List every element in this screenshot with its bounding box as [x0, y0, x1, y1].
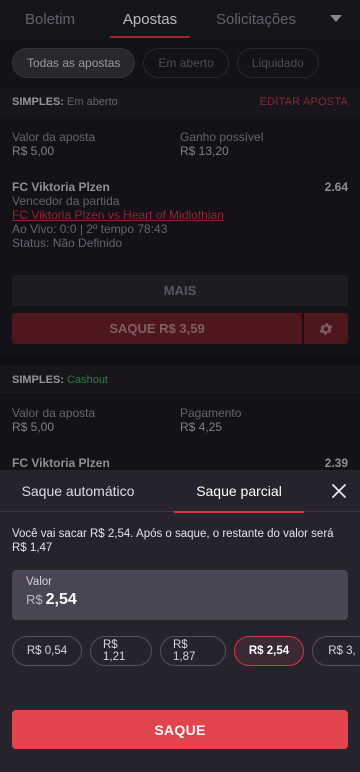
tab-auto-cashout[interactable]: Saque automático [0, 470, 156, 512]
amount-option[interactable]: R$ 1,87 [160, 636, 226, 666]
value-label: Valor [26, 576, 52, 588]
cashout-sheet: Saque automático Saque parcial Você vai … [0, 470, 360, 772]
sheet-tabs: Saque automático Saque parcial [0, 470, 360, 513]
submit-cashout-button[interactable]: SAQUE [12, 710, 348, 749]
cashout-amount: 2,54 [45, 591, 77, 608]
close-icon[interactable] [328, 480, 350, 502]
cashout-message: Você vai sacar R$ 2,54. Após o saque, o … [12, 528, 334, 554]
modal-backdrop[interactable] [0, 0, 360, 470]
amount-option[interactable]: R$ 0,54 [12, 636, 82, 666]
cashout-amount-field[interactable]: Valor R$ 2,54 [12, 570, 348, 620]
amount-option-selected[interactable]: R$ 2,54 [234, 636, 304, 666]
tab-partial-cashout[interactable]: Saque parcial [156, 470, 322, 513]
amount-option[interactable]: R$ 3, [312, 636, 360, 666]
currency-symbol: R$ [26, 592, 43, 607]
preset-amounts: R$ 0,54 R$ 1,21 R$ 1,87 R$ 2,54 R$ 3, [12, 636, 360, 668]
amount-option[interactable]: R$ 1,21 [90, 636, 152, 666]
